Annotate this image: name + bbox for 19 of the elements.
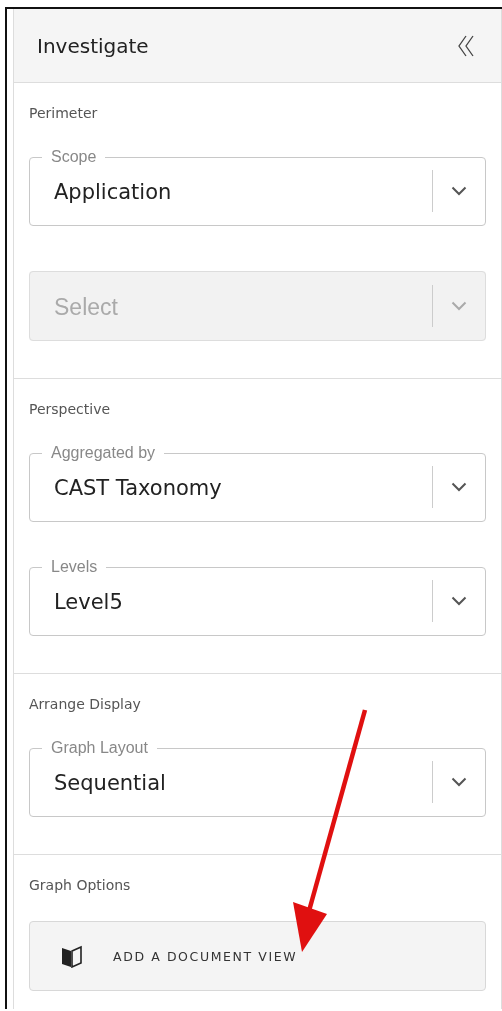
section-title: Arrange Display: [29, 696, 141, 712]
panel-title: Investigate: [37, 33, 149, 58]
field-value: Level5: [54, 589, 124, 614]
section-title: Graph Options: [29, 877, 131, 893]
field-value: Application: [54, 179, 173, 204]
field-label: Aggregated by: [50, 443, 157, 463]
field-label: Levels: [50, 557, 99, 577]
field-label: Scope: [50, 147, 98, 167]
field-value: CAST Taxonomy: [54, 475, 223, 500]
field-value: Sequential: [54, 770, 167, 795]
dropdown-field[interactable]: Levels Level5: [29, 557, 486, 636]
field-placeholder: Select: [54, 292, 119, 321]
section-title: Perimeter: [29, 105, 98, 121]
section-title: Perspective: [29, 401, 111, 417]
add-document-view-button[interactable]: ADD A DOCUMENT VIEW: [29, 921, 486, 991]
dropdown-field[interactable]: Scope Application: [29, 147, 486, 226]
field-label: Graph Layout: [50, 738, 149, 758]
dropdown-field[interactable]: Aggregated by CAST Taxonomy: [29, 443, 486, 522]
dropdown-field[interactable]: Graph Layout Sequential: [29, 738, 486, 817]
